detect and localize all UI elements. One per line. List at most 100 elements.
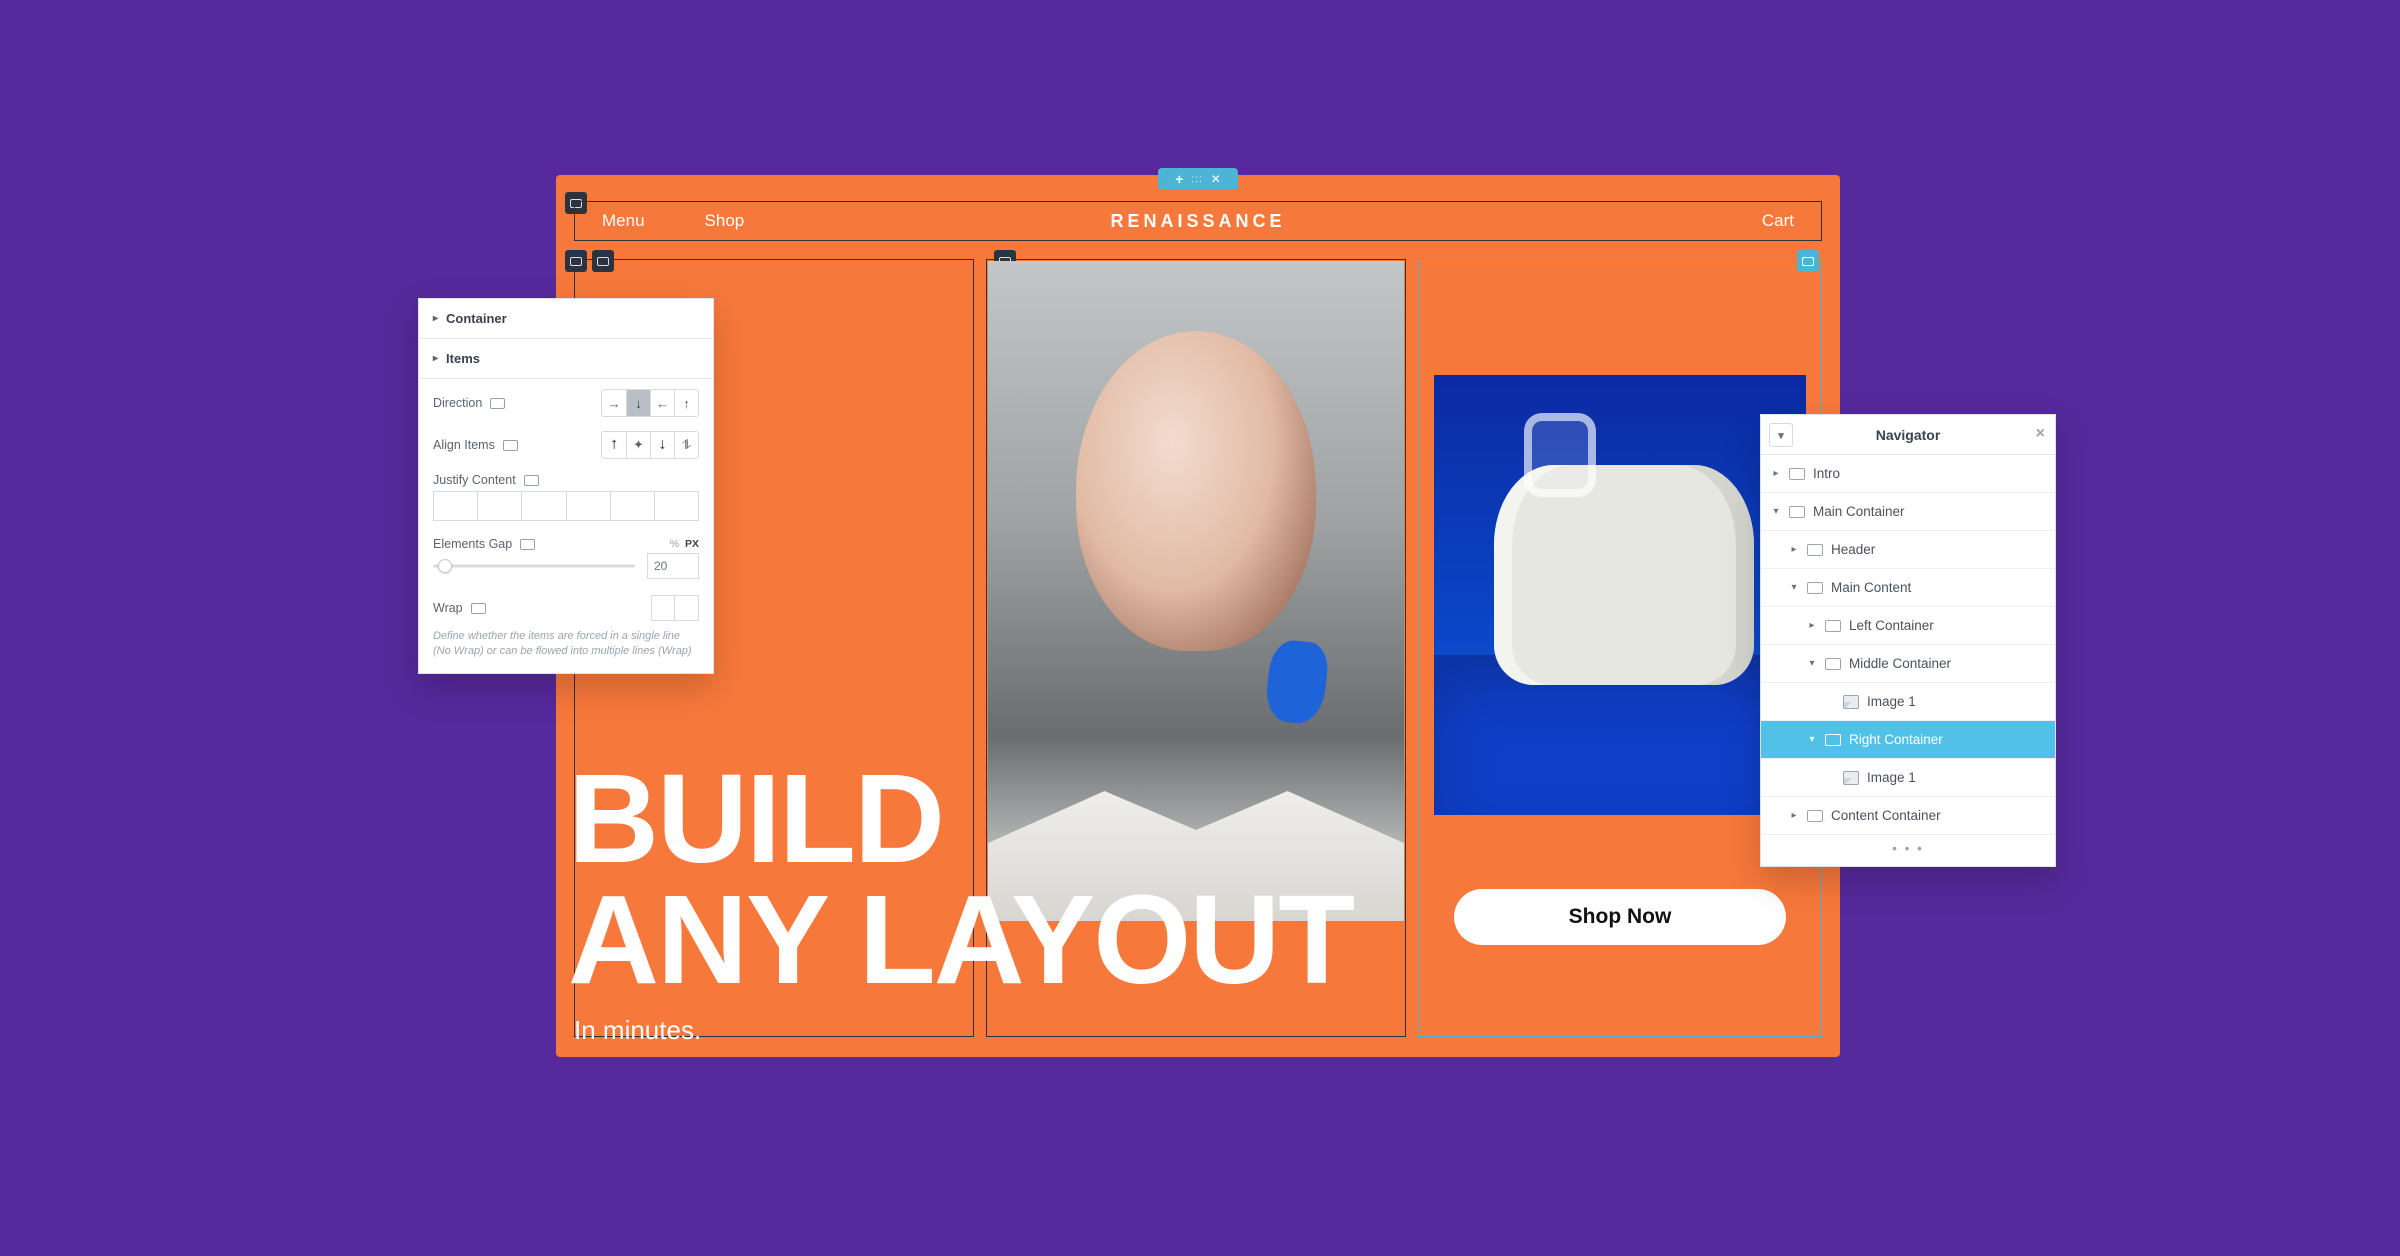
navigator-menu-button[interactable]: ▾ [1769, 423, 1793, 447]
chevron-right-icon[interactable]: ▸ [1771, 468, 1781, 479]
container-icon [1825, 734, 1841, 746]
grip-icon[interactable]: ::: [1191, 174, 1202, 185]
container-chip-left[interactable] [592, 250, 614, 272]
desktop-icon[interactable] [520, 539, 535, 550]
align-center-button[interactable]: ✦ [626, 432, 650, 458]
justify-option-3[interactable] [522, 491, 566, 521]
justify-option-2[interactable] [478, 491, 522, 521]
chevron-right-icon[interactable]: ▸ [1789, 544, 1799, 555]
gap-unit-percent[interactable]: % [670, 538, 679, 550]
tree-label: Intro [1813, 466, 1840, 481]
wrap-hint-2: (No Wrap) or can be flowed into multiple… [433, 645, 692, 657]
gap-label: Elements Gap [433, 537, 512, 551]
container-icon [1807, 582, 1823, 594]
gap-slider[interactable] [433, 556, 635, 576]
tree-image-1b[interactable]: Image 1 [1761, 759, 2055, 797]
justify-option-5[interactable] [611, 491, 655, 521]
wrap-hint: Define whether the items are forced in a… [419, 625, 713, 673]
canvas-tab-handle[interactable]: + ::: ✕ [1158, 168, 1238, 190]
wrap-label: Wrap [433, 601, 463, 615]
tree-right-container[interactable]: ▾ Right Container [1761, 721, 2055, 759]
brand-logo-text: RENAISSANCE [1110, 211, 1285, 232]
thumb-sculpture [1494, 465, 1754, 685]
shop-now-button[interactable]: Shop Now [1454, 889, 1786, 945]
desktop-icon[interactable] [471, 603, 486, 614]
tree-middle-container[interactable]: ▾ Middle Container [1761, 645, 2055, 683]
close-icon[interactable]: ✕ [1211, 172, 1221, 186]
tree-content-container[interactable]: ▸ Content Container [1761, 797, 2055, 835]
align-start-button[interactable]: ⭡ [602, 432, 626, 458]
direction-column-button[interactable]: ↓ [626, 390, 650, 416]
tree-label: Middle Container [1849, 656, 1951, 671]
desktop-icon[interactable] [490, 398, 505, 409]
tree-more[interactable]: • • • [1761, 835, 2055, 866]
image-icon [1843, 771, 1859, 785]
chevron-down-icon[interactable]: ▾ [1807, 734, 1817, 745]
nav-shop-link[interactable]: Shop [705, 211, 745, 231]
section-icon [1789, 468, 1805, 480]
chevron-right-icon: ▸ [433, 313, 438, 324]
desktop-icon[interactable] [503, 440, 518, 451]
section-icon [1789, 506, 1805, 518]
desktop-icon[interactable] [524, 475, 539, 486]
direction-row-reverse-button[interactable]: ← [650, 390, 674, 416]
wrap-nowrap-button[interactable] [651, 595, 675, 621]
chevron-right-icon[interactable]: ▸ [1789, 810, 1799, 821]
section-container-label: Container [446, 311, 507, 326]
chevron-down-icon[interactable]: ▾ [1771, 506, 1781, 517]
align-stretch-button[interactable]: ⥮ [674, 432, 698, 458]
tree-main-content[interactable]: ▾ Main Content [1761, 569, 2055, 607]
gap-unit-px[interactable]: PX [685, 538, 699, 550]
section-items-toggle[interactable]: ▸ Items [419, 339, 713, 379]
tree-label: Image 1 [1867, 770, 1916, 785]
tree-main-container[interactable]: ▾ Main Container [1761, 493, 2055, 531]
nav-menu-link[interactable]: Menu [602, 211, 645, 231]
container-icon [1807, 544, 1823, 556]
tree-label: Image 1 [1867, 694, 1916, 709]
editor-canvas: + ::: ✕ Menu Shop RENAISSANCE Cart Shop … [556, 175, 1840, 1057]
properties-panel: ▸ Container ▸ Items Direction → ↓ ← ↑ Al… [418, 298, 714, 674]
container-icon [1825, 658, 1841, 670]
section-container-toggle[interactable]: ▸ Container [419, 299, 713, 339]
slider-thumb[interactable] [438, 559, 452, 573]
tree-label: Main Container [1813, 504, 1905, 519]
direction-label: Direction [433, 396, 482, 410]
gap-unit-toggle[interactable]: % PX [670, 538, 699, 550]
hero-subhead: In minutes. [574, 1015, 701, 1046]
wrap-buttons [651, 595, 699, 621]
tree-label: Left Container [1849, 618, 1934, 633]
chevron-right-icon[interactable]: ▸ [1807, 620, 1817, 631]
nav-cart-link[interactable]: Cart [1762, 211, 1794, 231]
navigator-title: Navigator [1876, 427, 1941, 443]
justify-option-6[interactable] [655, 491, 699, 521]
product-thumbnail [1434, 375, 1806, 815]
headline-line-1: BUILD [568, 759, 1353, 880]
section-items-label: Items [446, 351, 480, 366]
tree-intro[interactable]: ▸ Intro [1761, 455, 2055, 493]
direction-column-reverse-button[interactable]: ↑ [674, 390, 698, 416]
container-icon [1807, 810, 1823, 822]
plus-icon[interactable]: + [1175, 171, 1183, 187]
gap-value-input[interactable]: 20 [647, 553, 699, 579]
headline-line-2: ANY LAYOUT [568, 880, 1353, 1001]
container-chip-row[interactable] [565, 250, 587, 272]
chevron-down-icon[interactable]: ▾ [1807, 658, 1817, 669]
tree-label: Main Content [1831, 580, 1911, 595]
chevron-right-icon: ▸ [433, 353, 438, 364]
close-icon[interactable]: × [2036, 425, 2045, 443]
blue-earring [1264, 638, 1330, 726]
tree-label: Header [1831, 542, 1875, 557]
wrap-wrap-button[interactable] [675, 595, 699, 621]
align-label: Align Items [433, 438, 495, 452]
justify-option-4[interactable] [567, 491, 611, 521]
image-icon [1843, 695, 1859, 709]
tree-image-1[interactable]: Image 1 [1761, 683, 2055, 721]
tree-left-container[interactable]: ▸ Left Container [1761, 607, 2055, 645]
site-header: Menu Shop RENAISSANCE Cart [574, 201, 1822, 241]
justify-option-1[interactable] [433, 491, 478, 521]
container-chip-right[interactable] [1797, 250, 1819, 272]
direction-row-button[interactable]: → [602, 390, 626, 416]
chevron-down-icon[interactable]: ▾ [1789, 582, 1799, 593]
align-end-button[interactable]: ⭣ [650, 432, 674, 458]
tree-header[interactable]: ▸ Header [1761, 531, 2055, 569]
